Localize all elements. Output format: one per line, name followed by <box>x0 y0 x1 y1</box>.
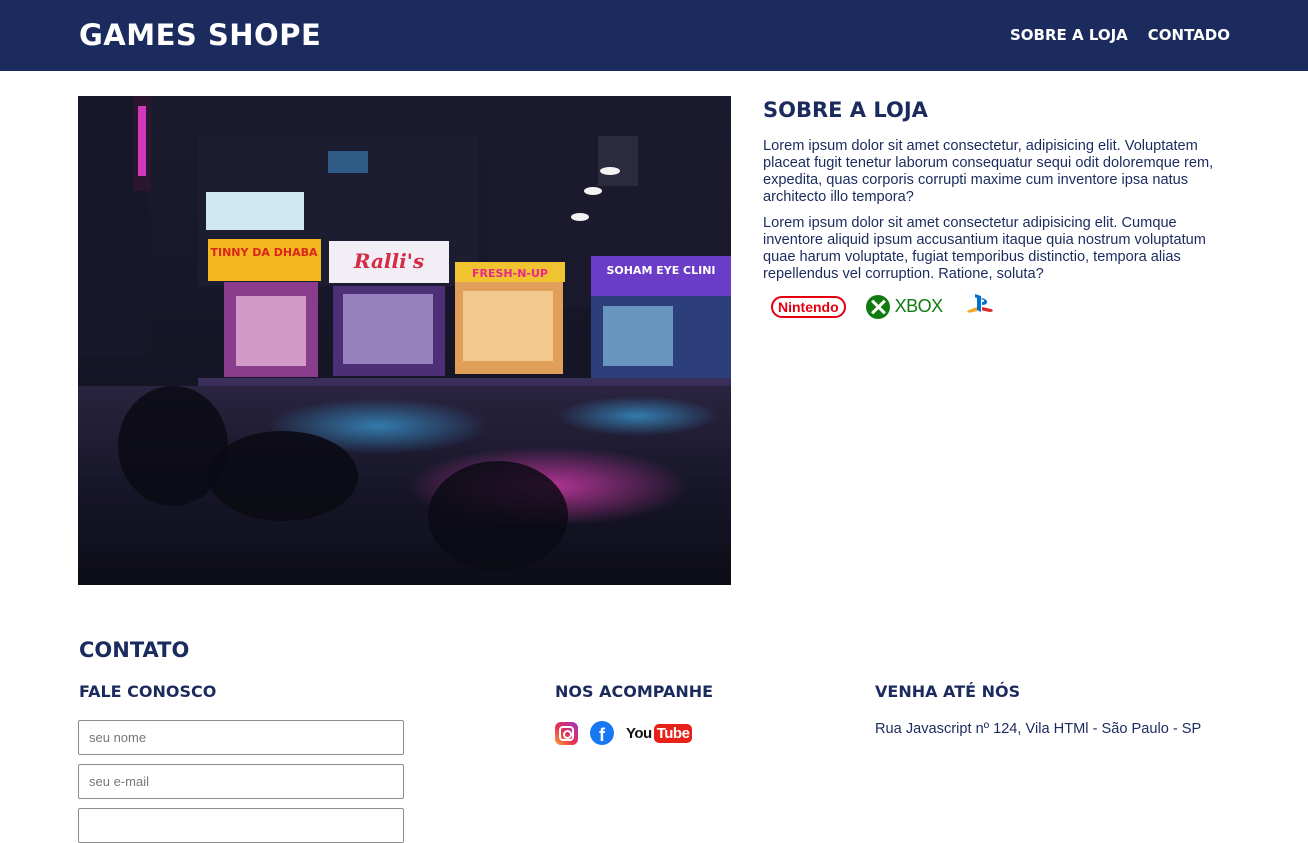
store-street-photo: TINNY DA DHABA Ralli's FRESH-N-UP SOHAM … <box>78 96 731 585</box>
about-paragraph: Lorem ipsum dolor sit amet consectetur, … <box>763 138 1214 205</box>
sign-fresh-n-up: FRESH-N-UP <box>472 267 548 280</box>
site-logo[interactable]: GAMES SHOPE <box>79 16 321 54</box>
about-section: SOBRE A LOJA Lorem ipsum dolor sit amet … <box>763 96 1223 321</box>
nav-link-sobre-a-loja[interactable]: SOBRE A LOJA <box>1010 24 1128 46</box>
facebook-icon[interactable]: f <box>590 721 614 745</box>
contact-title: CONTATO <box>79 638 190 662</box>
xbox-logo: XBOX <box>865 294 944 319</box>
nav-link-contado[interactable]: CONTADO <box>1148 24 1230 46</box>
instagram-icon[interactable] <box>555 721 578 745</box>
youtube-icon[interactable]: You Tube <box>626 723 693 743</box>
console-brands: Nintendo XBOX <box>771 292 1223 321</box>
youtube-tube-text: Tube <box>653 723 693 743</box>
store-address: Rua Javascript nº 124, Vila HTMl - São P… <box>875 721 1202 737</box>
about-paragraph: Lorem ipsum dolor sit amet consectetur a… <box>763 215 1206 282</box>
sign-tinny-da: TINNY DA DHABA <box>210 246 318 259</box>
about-title: SOBRE A LOJA <box>763 98 928 122</box>
site-header: GAMES SHOPE SOBRE A LOJA CONTADO <box>0 0 1308 71</box>
youtube-you-text: You <box>626 724 652 742</box>
name-input[interactable] <box>78 720 404 755</box>
visit-title: VENHA ATÉ NÓS <box>875 682 1021 701</box>
social-links: f You Tube <box>555 721 693 745</box>
form-title: FALE CONOSCO <box>79 682 217 701</box>
sign-soham-eye-clinic: SOHAM EYE CLINI <box>606 264 715 277</box>
sign-rallis: Ralli's <box>353 249 424 273</box>
playstation-icon <box>963 292 997 321</box>
xbox-icon <box>865 294 890 319</box>
social-title: NOS ACOMPANHE <box>555 682 714 701</box>
xbox-wordmark: XBOX <box>894 296 944 316</box>
email-input[interactable] <box>78 764 404 799</box>
message-input[interactable] <box>78 808 404 843</box>
nintendo-logo: Nintendo <box>771 295 846 318</box>
main-nav: SOBRE A LOJA CONTADO <box>1010 24 1230 46</box>
